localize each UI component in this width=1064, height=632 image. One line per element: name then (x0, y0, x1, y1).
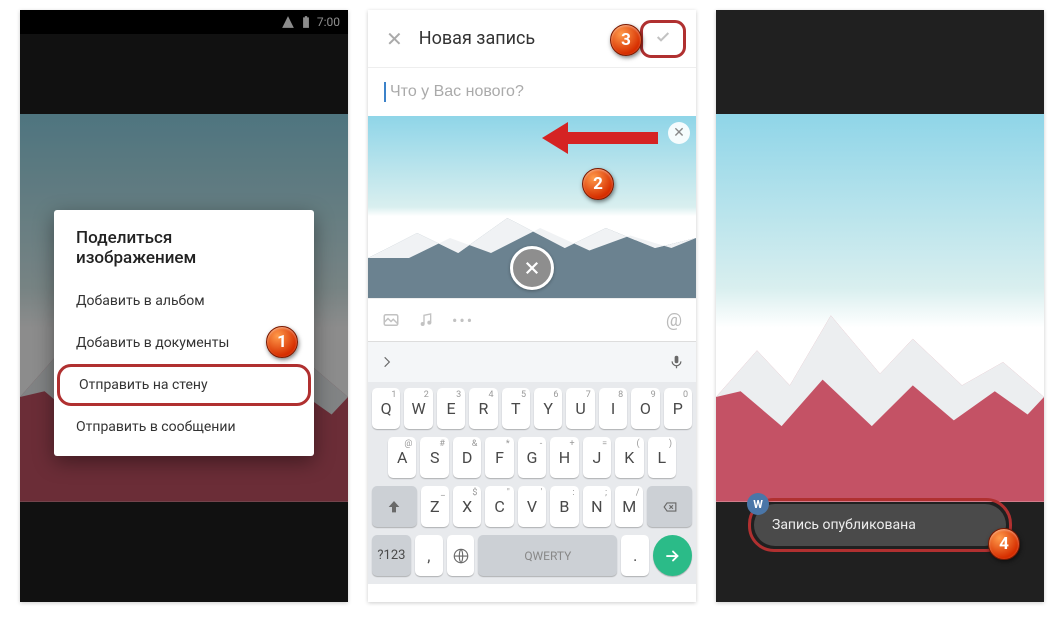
comma-key[interactable]: , (415, 535, 443, 576)
key-e[interactable]: E3 (437, 388, 465, 429)
key-d[interactable]: D& (453, 437, 481, 478)
screen-title: Новая запись (419, 28, 640, 49)
more-icon[interactable]: ••• (452, 311, 474, 330)
key-h[interactable]: H+ (550, 437, 578, 478)
text-cursor (384, 82, 386, 102)
key-o[interactable]: O9 (631, 388, 659, 429)
backspace-key[interactable] (647, 486, 692, 527)
menu-send-message[interactable]: Отправить в сообщении (54, 406, 314, 448)
screen-share-menu: 7:00 Поделиться изображением Добавить в … (20, 10, 348, 602)
arrow-annotation (542, 122, 658, 154)
key-g[interactable]: G- (518, 437, 546, 478)
background-image (716, 114, 1044, 502)
key-b[interactable]: B: (550, 486, 578, 527)
key-y[interactable]: Y6 (534, 388, 562, 429)
key-s[interactable]: S# (420, 437, 448, 478)
period-key[interactable]: . (621, 535, 649, 576)
toast-highlight: W Запись опубликована (748, 498, 1012, 552)
vk-icon: W (747, 493, 769, 515)
globe-key[interactable] (447, 535, 475, 576)
space-key[interactable]: QWERTY (478, 535, 617, 576)
mic-icon[interactable] (669, 352, 684, 372)
remove-image-chip[interactable]: ✕ (668, 122, 690, 144)
key-z[interactable]: Z_ (421, 486, 449, 527)
step-badge-3: 3 (610, 24, 642, 56)
key-r[interactable]: R4 (469, 388, 497, 429)
remove-image-button[interactable] (510, 246, 554, 290)
chevron-right-icon[interactable] (380, 355, 394, 369)
toast-text: Запись опубликована (772, 517, 916, 533)
key-f[interactable]: F* (485, 437, 513, 478)
key-i[interactable]: I8 (599, 388, 627, 429)
numeric-key[interactable]: ?123 (372, 535, 411, 576)
step-badge-4: 4 (988, 528, 1020, 560)
step-badge-1: 1 (266, 326, 298, 358)
key-p[interactable]: P0 (664, 388, 692, 429)
key-k[interactable]: K( (615, 437, 643, 478)
menu-add-album[interactable]: Добавить в альбом (54, 280, 314, 322)
submit-button[interactable] (640, 20, 686, 58)
key-m[interactable]: M/ (615, 486, 643, 527)
key-a[interactable]: A@ (388, 437, 416, 478)
key-n[interactable]: N; (583, 486, 611, 527)
screen-new-post: ✕ Новая запись ✕ ••• @ Q1 (368, 10, 696, 602)
enter-key[interactable] (653, 535, 692, 576)
post-input[interactable] (388, 82, 680, 102)
step-badge-2: 2 (582, 168, 614, 200)
post-input-row[interactable] (368, 68, 696, 116)
key-j[interactable]: J= (583, 437, 611, 478)
mention-icon[interactable]: @ (666, 310, 682, 331)
toast: Запись опубликована (754, 504, 1006, 546)
key-w[interactable]: W2 (404, 388, 432, 429)
top-bar: ✕ Новая запись (368, 10, 696, 68)
screen-toast: W Запись опубликована 4 (716, 10, 1044, 602)
shift-key[interactable] (372, 486, 417, 527)
dialog-title: Поделиться изображением (54, 228, 314, 280)
key-l[interactable]: L) (648, 437, 676, 478)
close-button[interactable]: ✕ (378, 19, 411, 59)
keyboard-suggestion-bar (368, 341, 696, 382)
attach-bar: ••• @ (368, 298, 696, 341)
key-u[interactable]: U7 (566, 388, 594, 429)
music-icon[interactable] (418, 311, 434, 329)
key-q[interactable]: Q1 (372, 388, 400, 429)
key-t[interactable]: T5 (502, 388, 530, 429)
key-v[interactable]: V' (518, 486, 546, 527)
menu-post-wall[interactable]: Отправить на стену (57, 364, 311, 406)
keyboard: Q1W2E3R4T5Y6U7I8O9P0 A@S#D&F*G-H+J=K(L) … (368, 382, 696, 584)
gallery-icon[interactable] (382, 311, 400, 329)
key-c[interactable]: C" (485, 486, 513, 527)
key-x[interactable]: X$ (453, 486, 481, 527)
